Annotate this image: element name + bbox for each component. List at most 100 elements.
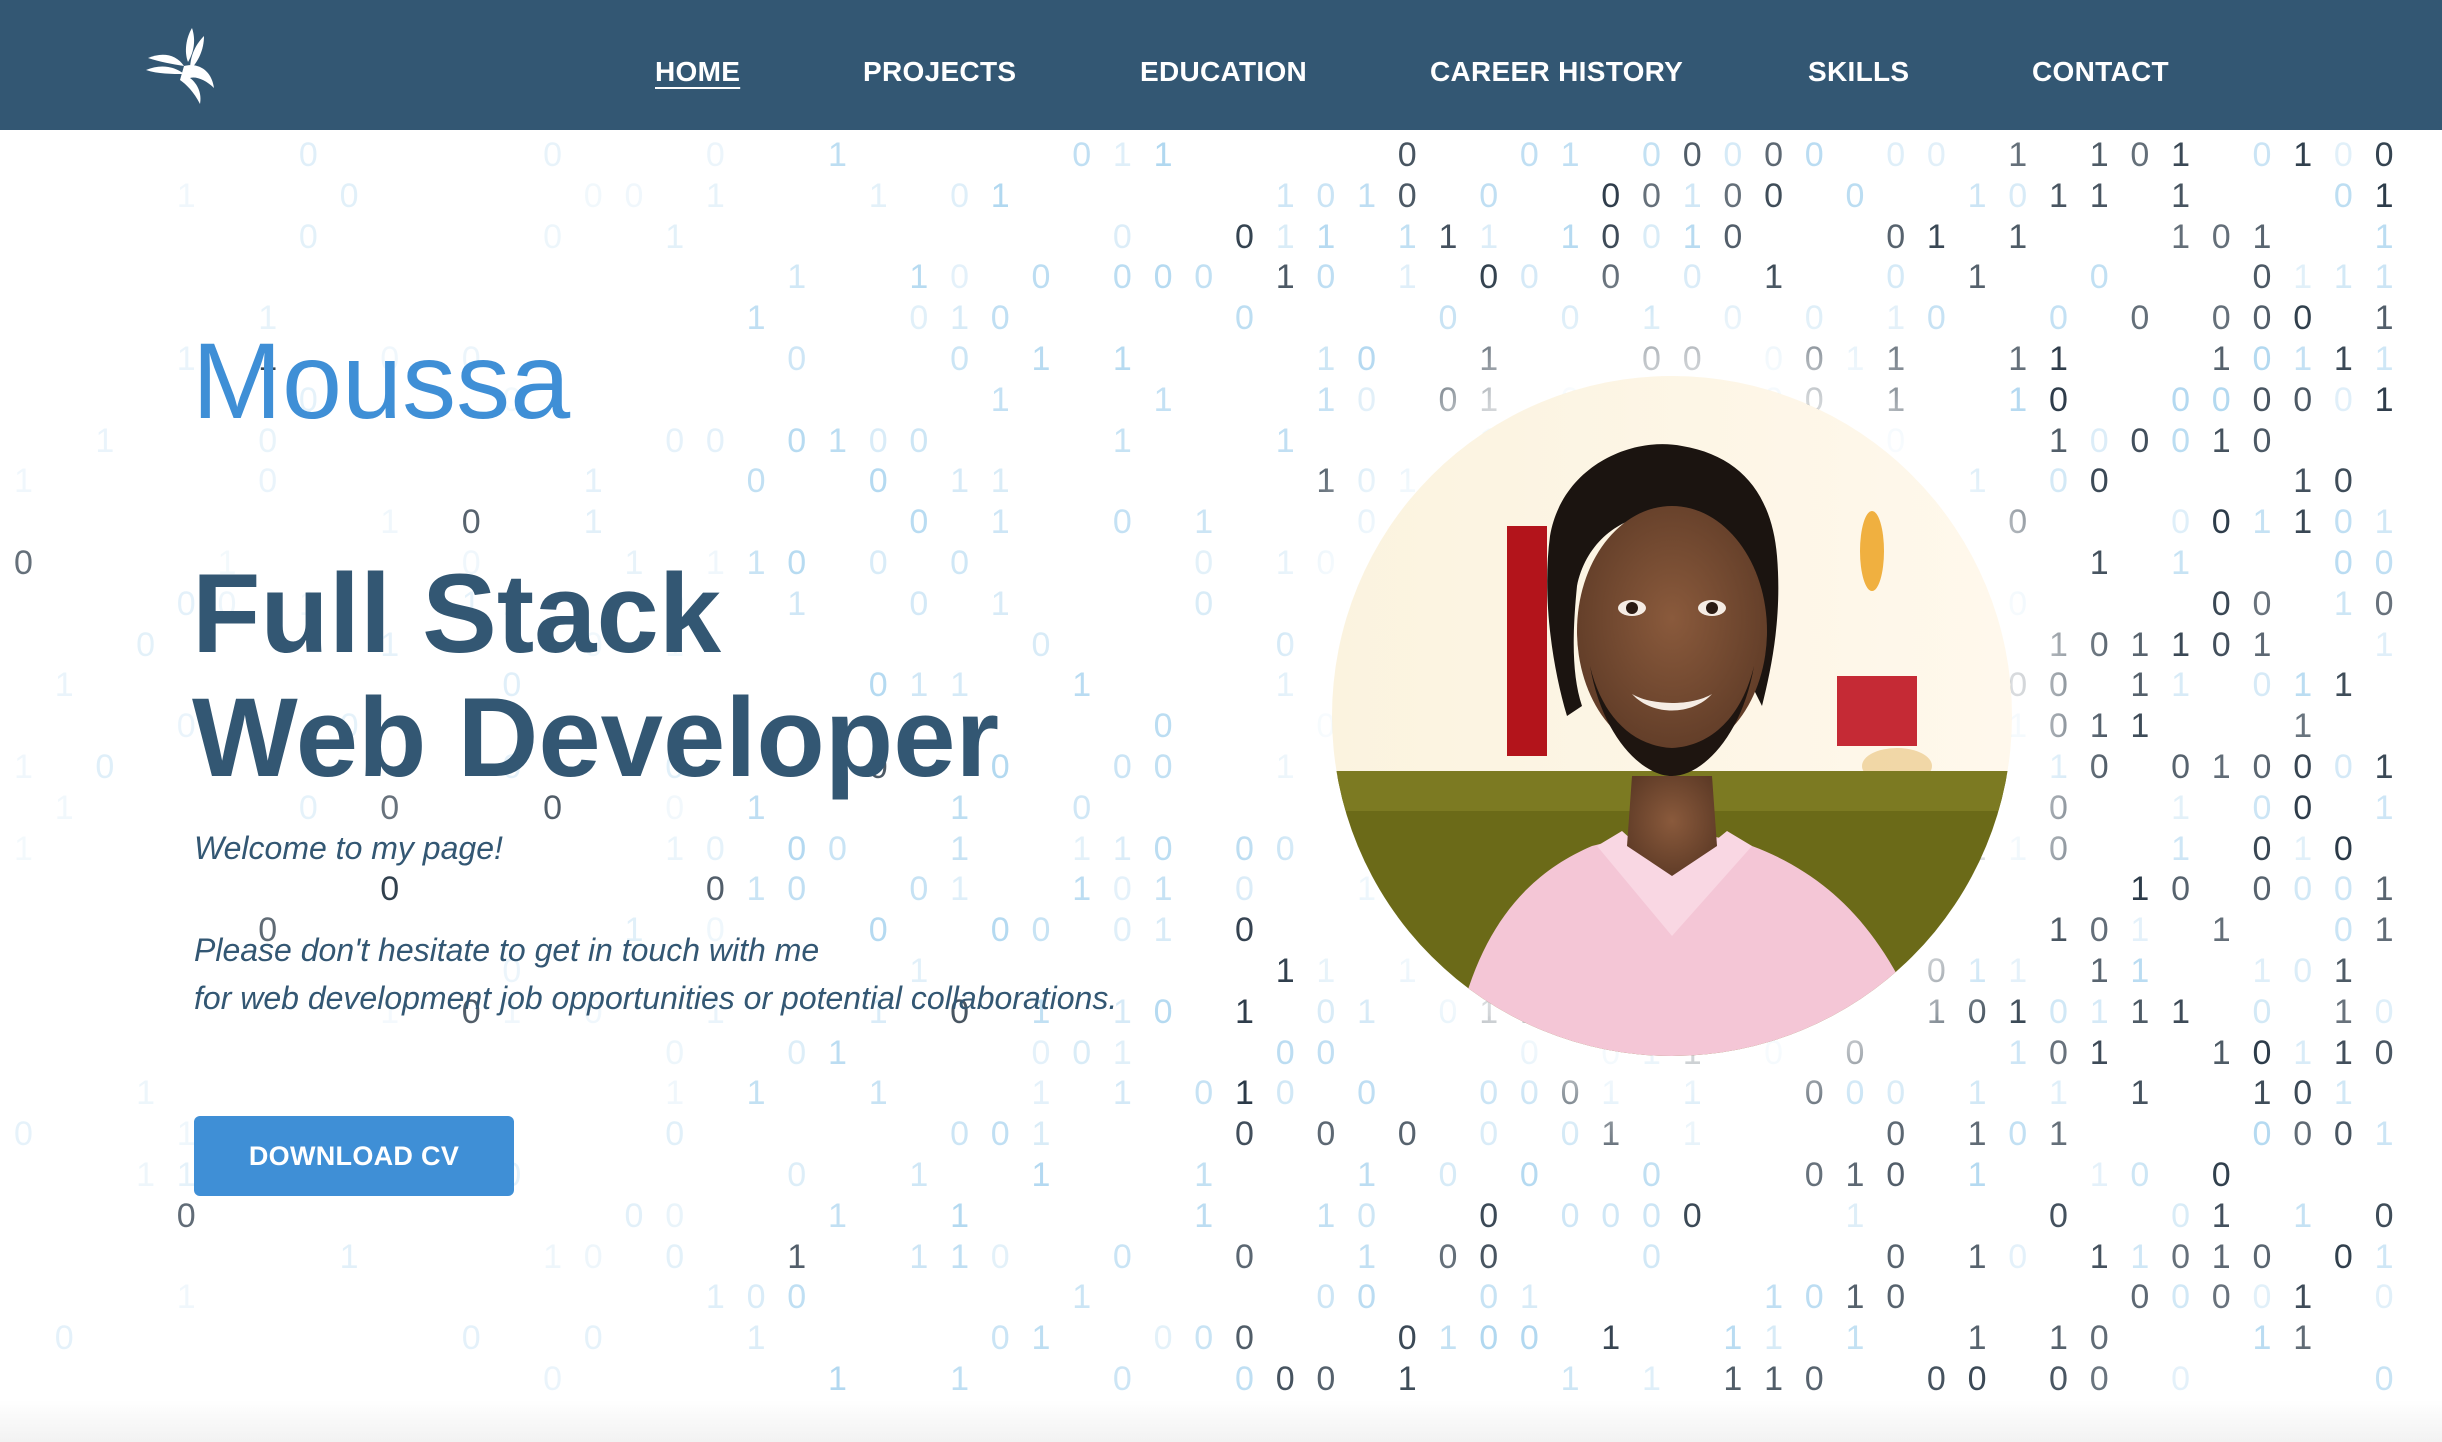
nav-education[interactable]: EDUCATION	[1140, 50, 1307, 94]
binary-digit: 1	[2130, 952, 2150, 990]
binary-digit: 0	[1316, 544, 1336, 582]
binary-digit: 0	[1275, 625, 1295, 664]
binary-digit: 0	[1601, 1196, 1621, 1235]
binary-digit: 1	[2130, 707, 2150, 746]
binary-digit: 1	[787, 1237, 807, 1276]
binary-digit: 0	[2252, 992, 2272, 1031]
nav-home[interactable]: HOME	[655, 50, 740, 94]
binary-digit: 1	[2130, 870, 2150, 909]
binary-digit: 1	[1031, 340, 1051, 378]
binary-digit: 1	[1031, 1074, 1051, 1113]
binary-digit: 1	[2089, 992, 2109, 1031]
binary-digit: 1	[1967, 1115, 1987, 1154]
binary-digit: 1	[990, 462, 1010, 501]
logo-icon[interactable]	[144, 22, 224, 106]
binary-digit: 0	[1601, 217, 1621, 256]
binary-digit: 1	[1112, 829, 1132, 868]
binary-digit: 0	[1642, 340, 1661, 378]
binary-digit: 1	[950, 870, 970, 909]
binary-digit: 1	[1764, 258, 1784, 297]
binary-digit: 0	[1642, 1156, 1661, 1194]
binary-digit: 0	[1886, 1115, 1906, 1154]
binary-digit: 1	[2130, 666, 2150, 705]
binary-digit: 0	[787, 340, 807, 378]
binary-digit: 1	[2252, 952, 2272, 990]
top-navbar: HOME PROJECTS EDUCATION CAREER HISTORY S…	[0, 0, 2442, 130]
binary-digit: 0	[1194, 258, 1214, 297]
binary-digit: 0	[909, 299, 929, 338]
binary-digit: 0	[1357, 1278, 1377, 1317]
binary-digit: 0	[1438, 1237, 1458, 1276]
binary-digit: 1	[1275, 421, 1295, 460]
binary-digit: 1	[1682, 1074, 1702, 1113]
hero-headline: Full Stack Web Developer	[192, 552, 999, 800]
binary-digit: 1	[2049, 1319, 2068, 1358]
binary-digit: 0	[1438, 380, 1458, 419]
binary-digit: 1	[1845, 1278, 1865, 1317]
binary-digit: 0	[2089, 911, 2109, 950]
binary-digit: 0	[1479, 1115, 1499, 1154]
binary-digit: 0	[2049, 829, 2068, 868]
binary-digit: 1	[2130, 1074, 2150, 1113]
binary-digit: 0	[2252, 258, 2272, 297]
binary-digit: 0	[1723, 299, 1743, 338]
nav-skills[interactable]: SKILLS	[1808, 50, 1909, 94]
download-cv-button[interactable]: DOWNLOAD CV	[194, 1116, 514, 1196]
binary-digit: 0	[2130, 1156, 2150, 1194]
binary-digit: 1	[1316, 340, 1336, 378]
binary-digit: 0	[2089, 462, 2109, 501]
binary-digit: 1	[2089, 707, 2109, 746]
binary-digit: 0	[1235, 870, 1254, 909]
binary-digit: 0	[1153, 707, 1173, 746]
binary-digit: 1	[1479, 217, 1499, 256]
binary-digit: 1	[1967, 1074, 1987, 1113]
binary-digit: 0	[2252, 1278, 2272, 1317]
binary-digit: 1	[1153, 870, 1173, 909]
binary-digit: 1	[665, 1074, 685, 1113]
binary-digit: 0	[2008, 1115, 2028, 1154]
binary-digit: 0	[1682, 136, 1702, 174]
binary-digit: 1	[176, 1156, 196, 1194]
binary-digit: 0	[2333, 176, 2353, 215]
binary-digit: 1	[2049, 176, 2068, 215]
binary-digit: 0	[2211, 380, 2231, 419]
binary-digit: 1	[1031, 1319, 1051, 1358]
binary-digit: 0	[1479, 1278, 1499, 1317]
binary-digit: 1	[909, 1156, 929, 1194]
binary-digit: 1	[2171, 788, 2191, 827]
binary-digit: 1	[2008, 992, 2028, 1031]
binary-digit: 1	[2293, 258, 2313, 297]
binary-digit: 0	[1804, 299, 1824, 338]
nav-contact[interactable]: CONTACT	[2032, 50, 2169, 94]
binary-digit: 0	[1316, 258, 1336, 297]
binary-digit: 0	[2293, 870, 2313, 909]
binary-digit: 0	[1804, 1360, 1824, 1398]
binary-digit: 1	[2374, 176, 2394, 215]
binary-digit: 1	[2008, 217, 2028, 256]
binary-digit: 0	[1886, 1278, 1906, 1317]
binary-digit: 0	[2333, 503, 2353, 542]
binary-digit: 1	[1519, 1278, 1539, 1317]
binary-digit: 0	[258, 462, 278, 501]
binary-digit: 1	[665, 217, 685, 256]
binary-digit: 0	[705, 136, 725, 174]
binary-digit: 1	[2252, 217, 2272, 256]
binary-digit: 1	[2252, 1074, 2272, 1113]
binary-digit: 0	[1845, 176, 1865, 215]
binary-digit: 1	[14, 829, 33, 868]
binary-digit: 0	[2252, 1033, 2272, 1072]
binary-digit: 1	[1275, 952, 1295, 990]
binary-digit: 1	[1397, 258, 1417, 297]
binary-digit: 1	[2293, 829, 2313, 868]
nav-career-history[interactable]: CAREER HISTORY	[1430, 50, 1683, 94]
binary-digit: 0	[1153, 1319, 1173, 1358]
nav-projects[interactable]: PROJECTS	[863, 50, 1016, 94]
binary-digit: 0	[2293, 1115, 2313, 1154]
binary-digit: 0	[2333, 748, 2353, 786]
binary-digit: 0	[2089, 1360, 2109, 1398]
binary-digit: 0	[2252, 788, 2272, 827]
binary-digit: 0	[1194, 584, 1214, 623]
binary-digit: 0	[1479, 1074, 1499, 1113]
binary-digit: 0	[1112, 1360, 1132, 1398]
binary-digit: 0	[2008, 503, 2028, 542]
